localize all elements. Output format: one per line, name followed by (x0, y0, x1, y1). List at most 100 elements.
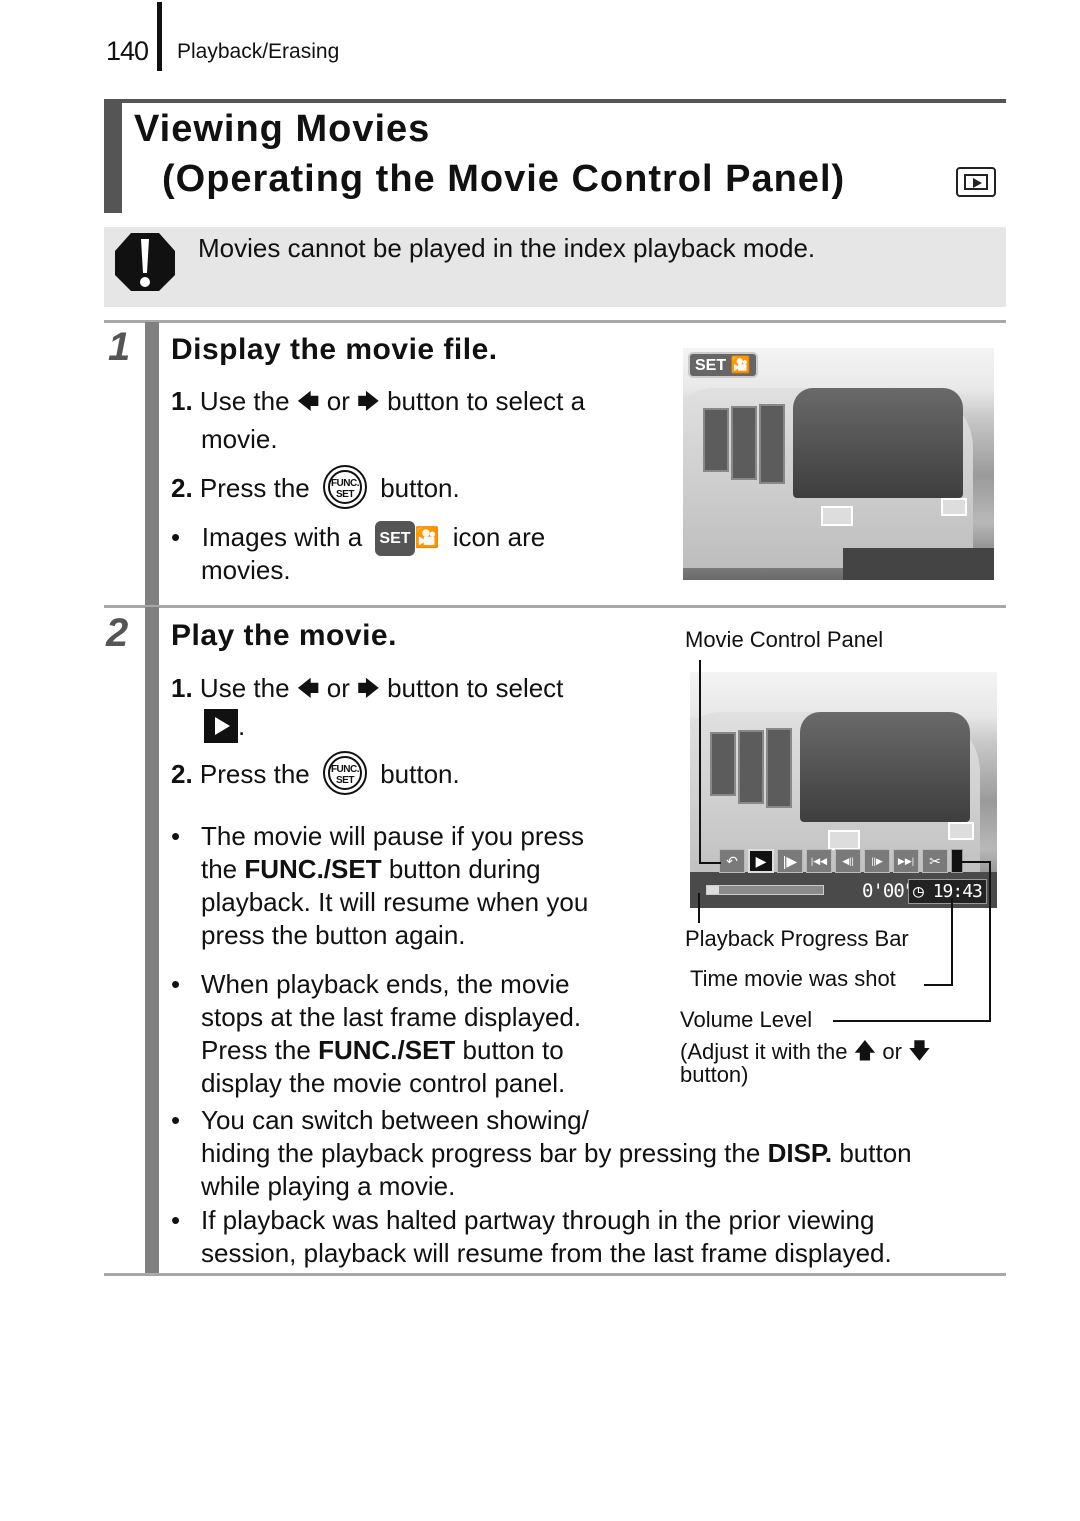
step-number: 2 (106, 611, 129, 655)
text-segment: while playing a movie. (201, 1171, 456, 1201)
instruction-item: 2. Press the FUNC. SET button. (171, 465, 460, 509)
bullet-text: Images with a (201, 522, 363, 552)
text-segment: stops at the last frame displayed. (201, 1002, 582, 1032)
edit-button[interactable]: ✂ (922, 849, 948, 873)
instruction-text: button. (380, 759, 460, 789)
text-segment: button during (381, 854, 541, 884)
text-segment: When playback ends, the movie (201, 969, 570, 999)
step1-top-rule (104, 320, 1006, 323)
callout-line (699, 660, 701, 864)
bullet-text: hiding the playback progress bar by pres… (171, 1137, 912, 1170)
instruction-number: 1. (171, 386, 193, 416)
bullet-icon: • (171, 821, 181, 851)
next-frame-button[interactable]: ||▶ (864, 849, 890, 873)
bullet-text: press the button again. (171, 919, 588, 952)
instruction-number: 1. (171, 673, 193, 703)
text-segment: button (832, 1138, 912, 1168)
progress-fill (707, 886, 719, 894)
bold-term: DISP. (767, 1138, 833, 1168)
train-headlight (941, 498, 967, 516)
play-icon (204, 709, 238, 743)
instruction-text: Use the (199, 386, 290, 416)
callout-line (698, 893, 700, 923)
exit-button[interactable]: ↶ (719, 849, 745, 873)
left-arrow-icon: 🡄 (296, 676, 320, 701)
bullet-icon: • (171, 969, 181, 999)
train-headlight (948, 822, 974, 840)
bullet-icon: • (171, 1105, 181, 1135)
bullet-text: You can switch between showing/ (171, 1104, 912, 1137)
instruction-text: movie. (201, 424, 278, 454)
bullet-icon: • (171, 1205, 181, 1235)
movie-icon: 🎦 (730, 357, 751, 374)
page-title: Viewing Movies (134, 108, 431, 150)
train-window (738, 730, 764, 804)
text-segment: hiding the playback progress bar by pres… (201, 1138, 768, 1168)
instruction-text: Press the (199, 473, 310, 503)
play-button[interactable]: ▶ (748, 849, 774, 873)
func-set-button-icon: FUNC. SET (322, 751, 367, 795)
instruction-text: . (238, 711, 246, 741)
last-frame-button[interactable]: ▶▶| (893, 849, 919, 873)
page-subtitle: (Operating the Movie Control Panel) (162, 158, 846, 200)
step-heading: Play the movie. (171, 619, 397, 652)
train-windshield (800, 712, 970, 822)
bold-term: FUNC./SET (244, 854, 382, 884)
caution-text: Movies cannot be played in the index pla… (198, 233, 816, 263)
instruction-number: 2. (171, 473, 193, 503)
callout-line (833, 1020, 991, 1022)
rail (843, 548, 994, 580)
movie-control-toolbar: ↶ ▶ |▶ |◀◀ ◀|| ||▶ ▶▶| ✂ (719, 849, 963, 875)
instruction-text: Use the (199, 673, 290, 703)
movie-screen-image (683, 348, 994, 580)
callout-line (924, 984, 953, 986)
bullet-text: the FUNC./SET button during (171, 853, 588, 886)
train-window (731, 406, 757, 480)
bullet-item: • You can switch between showing/hiding t… (171, 1104, 912, 1203)
bullet-text: stops at the last frame displayed. (171, 1001, 581, 1034)
set-label: SET (336, 775, 354, 786)
instruction-item: 2. Press the FUNC. SET button. (171, 751, 460, 795)
left-arrow-icon: 🡄 (296, 389, 320, 414)
caution-icon (115, 233, 175, 291)
title-top-rule (104, 99, 1006, 103)
text-segment: session, playback will resume from the l… (201, 1238, 892, 1268)
instruction-text: or (326, 386, 350, 416)
bullet-text: If playback was halted partway through i… (171, 1204, 892, 1237)
volume-note-text: or (882, 1039, 902, 1064)
playback-progress-bar[interactable] (706, 885, 824, 895)
text-segment: the (201, 854, 245, 884)
bullet-item: • When playback ends, the movie stops at t… (171, 968, 581, 1100)
time-shot-display: ◷ 19:43 (908, 879, 987, 904)
train-windshield (793, 388, 963, 498)
train-headlight (821, 506, 853, 526)
page-number: 140 (106, 36, 149, 66)
func-set-button-icon: FUNC. SET (322, 465, 367, 509)
first-frame-button[interactable]: |◀◀ (806, 849, 832, 873)
instruction-item: . (204, 709, 245, 743)
instruction-item: 1. Use the 🡄 or 🡆 button to select (171, 672, 563, 705)
bullet-text: When playback ends, the movie (171, 968, 581, 1001)
right-arrow-icon: 🡆 (357, 676, 380, 701)
header-divider (157, 2, 162, 71)
previous-frame-button[interactable]: ◀|| (835, 849, 861, 873)
bullet-text: The movie will pause if you press (171, 820, 588, 853)
text-segment: Press the (201, 1035, 319, 1065)
bold-term: FUNC./SET (318, 1035, 456, 1065)
playback-mode-icon (956, 167, 996, 197)
time-shot-value: 19:43 (932, 881, 983, 902)
title-left-bar (104, 99, 122, 213)
volume-note-end: button) (680, 1062, 749, 1087)
train-window (759, 404, 785, 484)
clock-icon: ◷ (913, 881, 924, 902)
slow-motion-button[interactable]: |▶ (777, 849, 803, 873)
instruction-text: Press the (199, 759, 310, 789)
set-badge-icon: SET (375, 521, 415, 556)
instruction-item: 1. Use the 🡄 or 🡆 button to select a (171, 385, 585, 418)
up-arrow-icon: 🡅 (853, 1038, 877, 1063)
instruction-text: button to select (387, 673, 564, 703)
text-segment: The movie will pause if you press (201, 821, 584, 851)
bullet-icon: • (171, 522, 181, 552)
train-headlight (828, 830, 860, 850)
text-segment: button to (455, 1035, 564, 1065)
